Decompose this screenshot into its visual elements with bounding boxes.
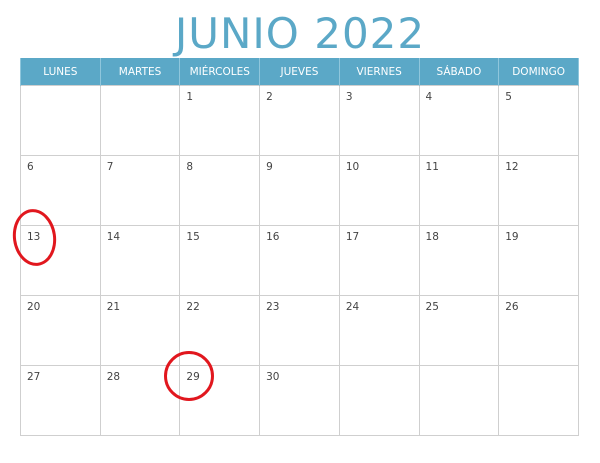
week-row: 27 28 29 30 [20, 365, 579, 436]
day-number: 12 [505, 161, 519, 173]
day-cell: 29 [179, 365, 261, 436]
day-number: 30 [266, 371, 280, 383]
day-cell [418, 365, 500, 436]
day-cell: 17 [338, 225, 420, 296]
day-number: 24 [345, 301, 360, 313]
day-cell: 5 [498, 85, 579, 156]
day-cell: 21 [99, 295, 181, 366]
day-cell: 19 [498, 225, 579, 296]
day-number: 28 [106, 371, 121, 383]
day-number: 17 [345, 231, 360, 243]
weekday-header: MARTES [99, 58, 181, 86]
day-number: 14 [106, 231, 121, 243]
day-cell: 9 [259, 155, 340, 226]
day-number: 4 [425, 91, 433, 103]
day-cell: 7 [99, 155, 181, 226]
day-number: 11 [425, 161, 439, 173]
day-number: 5 [505, 91, 512, 103]
day-cell: 4 [418, 85, 500, 156]
day-cell: 3 [338, 85, 420, 156]
day-cell: 1 [179, 85, 261, 156]
day-cell: 11 [418, 155, 500, 226]
day-number: 26 [505, 301, 519, 313]
day-cell: 10 [338, 155, 420, 226]
day-cell [99, 85, 181, 156]
calendar-grid: LUNES MARTES MIÉRCOLES JUEVES VIERNES SÁ… [20, 58, 579, 436]
day-cell: 27 [20, 365, 101, 436]
day-cell: 18 [418, 225, 500, 296]
day-cell: 26 [498, 295, 579, 366]
day-number: 22 [186, 301, 200, 313]
day-cell: 8 [179, 155, 261, 226]
day-cell: 30 [259, 365, 340, 436]
weekday-header: DOMINGO [498, 58, 579, 86]
day-cell: 24 [338, 295, 420, 366]
weekday-header-row: LUNES MARTES MIÉRCOLES JUEVES VIERNES SÁ… [20, 58, 579, 86]
day-cell: 20 [20, 295, 101, 366]
week-row: 13 14 15 16 17 18 19 [20, 225, 579, 296]
day-cell: 25 [418, 295, 500, 366]
day-cell: 13 [20, 225, 101, 296]
day-number: 18 [425, 231, 439, 243]
day-cell: 15 [179, 225, 261, 296]
weekday-header: MIÉRCOLES [179, 58, 261, 86]
week-row: 20 21 22 23 24 25 26 [20, 295, 579, 366]
day-number: 8 [186, 161, 194, 173]
day-number: 16 [266, 231, 280, 243]
day-cell [338, 365, 420, 436]
day-number: 7 [106, 161, 114, 173]
day-cell: 23 [259, 295, 340, 366]
weekday-header: VIERNES [338, 58, 420, 86]
weekday-header: SÁBADO [418, 58, 500, 86]
day-number: 23 [266, 301, 280, 313]
day-number: 15 [186, 231, 200, 243]
week-row: 6 7 8 9 10 11 12 [20, 155, 579, 226]
week-row: 1 2 3 4 5 [20, 85, 579, 156]
day-number: 2 [266, 91, 273, 103]
day-cell [498, 365, 579, 436]
day-number: 10 [345, 161, 360, 173]
page-title: JUNIO 2022 [174, 9, 426, 58]
day-cell: 22 [179, 295, 261, 366]
weekday-header: LUNES [20, 58, 101, 86]
day-number: 13 [27, 231, 41, 243]
day-number: 1 [186, 91, 194, 103]
day-cell: 6 [20, 155, 101, 226]
day-number: 25 [425, 301, 439, 313]
day-number: 3 [345, 91, 353, 103]
day-number: 9 [266, 161, 273, 173]
day-number: 20 [27, 301, 41, 313]
day-cell [20, 85, 101, 156]
day-cell: 16 [259, 225, 340, 296]
day-cell: 2 [259, 85, 340, 156]
day-cell: 28 [99, 365, 181, 436]
day-number: 27 [27, 371, 41, 383]
day-number: 6 [27, 161, 34, 173]
day-number: 21 [106, 301, 121, 313]
weekday-header: JUEVES [259, 58, 340, 86]
day-number: 29 [186, 371, 200, 383]
day-cell: 14 [99, 225, 181, 296]
day-number: 19 [505, 231, 519, 243]
day-cell: 12 [498, 155, 579, 226]
